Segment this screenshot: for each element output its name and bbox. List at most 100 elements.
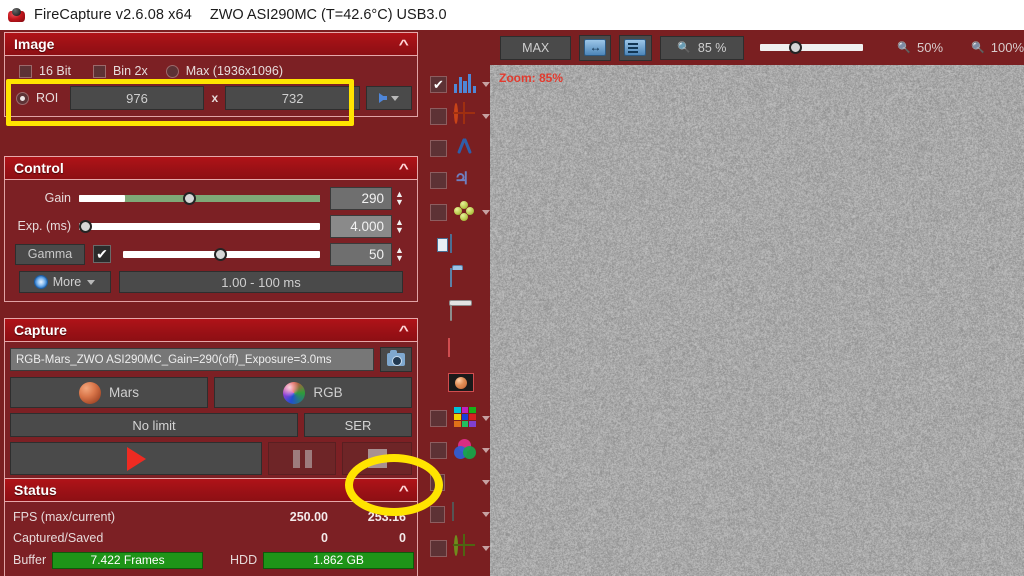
trash-icon[interactable] — [450, 303, 472, 325]
panel-capture-title: Capture — [14, 322, 67, 338]
black-level-icon[interactable] — [452, 471, 476, 493]
toolbar-checkbox-gradient[interactable] — [430, 506, 445, 523]
rgb-align-icon[interactable] — [454, 439, 476, 461]
toolbar-item-preview-mars[interactable] — [422, 368, 490, 400]
alignment-target-icon[interactable] — [454, 105, 476, 127]
toolbar-item-autoguide[interactable] — [422, 196, 490, 228]
toolbar-item-histogram[interactable]: ✔ — [422, 68, 490, 100]
preview-mars-icon[interactable] — [448, 373, 470, 395]
exposure-stepper[interactable]: ▲ ▼ — [392, 215, 407, 238]
toolbar-checkbox-jupiter[interactable] — [430, 172, 447, 189]
object-button[interactable]: Mars — [10, 377, 208, 408]
toolbar-checkbox-alignment[interactable] — [430, 108, 447, 125]
toolbar-item-scissors[interactable] — [422, 132, 490, 164]
toolbar-item-open-folder[interactable] — [422, 264, 490, 296]
toolbar-checkbox-palette[interactable] — [430, 410, 447, 427]
roi-radio-wrap[interactable]: ROI — [10, 91, 70, 105]
snapshot-button[interactable] — [380, 347, 412, 372]
exposure-slider[interactable] — [79, 223, 320, 230]
panel-status-header[interactable]: Status ^ — [4, 478, 418, 502]
checkbox-bin2x[interactable] — [93, 65, 106, 78]
captured-value: 0 — [238, 531, 328, 545]
capture-limit-button[interactable]: No limit — [10, 413, 298, 437]
pause-button[interactable] — [268, 442, 336, 475]
toolbar-checkbox-histogram[interactable]: ✔ — [430, 76, 447, 93]
caret-down-icon[interactable] — [482, 416, 490, 421]
chevron-up-icon[interactable]: ^ — [399, 484, 409, 497]
toolbar-checkbox-green-target[interactable] — [430, 540, 447, 557]
green-target-icon[interactable] — [454, 537, 476, 559]
caret-down-icon[interactable] — [482, 480, 490, 485]
gamma-button[interactable]: Gamma — [15, 244, 85, 265]
toolbar-checkbox-black-level[interactable] — [430, 474, 445, 491]
panel-control-header[interactable]: Control ^ — [4, 156, 418, 180]
caret-down-icon[interactable] — [482, 82, 490, 87]
scissors-icon[interactable] — [454, 137, 476, 159]
panel-image-header[interactable]: Image ^ — [4, 32, 418, 56]
record-play-icon — [127, 447, 146, 471]
open-folder-icon[interactable] — [450, 269, 472, 291]
jupiter-symbol-icon[interactable]: ♃ — [454, 169, 476, 191]
save-profile-icon[interactable] — [450, 235, 472, 257]
toolbar-item-preview-black[interactable] — [422, 334, 490, 366]
toolbar-item-trash[interactable] — [422, 298, 490, 330]
capture-filename-input[interactable]: RGB-Mars_ZWO ASI290MC_Gain=290(off)_Expo… — [10, 348, 374, 371]
toolbar-item-jupiter[interactable]: ♃ — [422, 164, 490, 196]
gamma-slider[interactable] — [123, 251, 320, 258]
channel-button[interactable]: RGB — [214, 377, 412, 408]
gamma-checkbox[interactable]: ✔ — [93, 245, 111, 263]
record-button[interactable] — [10, 442, 262, 475]
chevron-up-icon[interactable]: ^ — [399, 162, 409, 175]
caret-down-icon[interactable] — [482, 512, 490, 517]
toolbar-checkbox-autoguide[interactable] — [430, 204, 447, 221]
caret-down-icon[interactable] — [482, 114, 490, 119]
toolbar-item-palette[interactable] — [422, 402, 490, 434]
radio-max-resolution[interactable] — [166, 65, 179, 78]
toolbar-checkbox-scissors[interactable] — [430, 140, 447, 157]
toolbar-item-alignment[interactable] — [422, 100, 490, 132]
caret-down-icon[interactable] — [482, 448, 490, 453]
zoom-value-button[interactable]: 🔍 85 % — [660, 36, 745, 60]
caret-down-icon[interactable] — [482, 546, 490, 551]
roi-height-input[interactable]: 732 — [225, 86, 359, 110]
more-button[interactable]: More — [19, 271, 111, 293]
gain-stepper[interactable]: ▲ ▼ — [392, 187, 407, 210]
color-palette-icon[interactable] — [454, 407, 476, 429]
caret-down-icon[interactable] — [482, 210, 490, 215]
exposure-value-input[interactable]: 4.000 — [330, 215, 392, 238]
roi-width-input[interactable]: 976 — [70, 86, 204, 110]
roi-apply-button[interactable] — [366, 86, 412, 110]
histogram-icon[interactable] — [454, 73, 476, 95]
gamma-value-input[interactable]: 50 — [330, 243, 392, 266]
toolbar-item-green-target[interactable] — [422, 532, 490, 564]
capture-format-button[interactable]: SER — [304, 413, 412, 437]
toolbar-item-rgb-align[interactable] — [422, 434, 490, 466]
toolbar-item-black-level[interactable] — [422, 466, 490, 498]
toolbar-item-gradient[interactable] — [422, 498, 490, 530]
zoom-preset-50-button[interactable]: 🔍 50% — [897, 40, 943, 55]
radio-roi[interactable] — [16, 92, 29, 105]
zoom-slider[interactable] — [760, 44, 863, 51]
chevron-up-icon[interactable]: ^ — [399, 38, 409, 51]
chevron-up-icon[interactable]: ^ — [399, 324, 409, 337]
caret-down-icon[interactable] — [87, 280, 95, 285]
preview-black-icon[interactable] — [448, 339, 470, 361]
panel-capture-header[interactable]: Capture ^ — [4, 318, 418, 342]
gamma-stepper[interactable]: ▲ ▼ — [392, 243, 407, 266]
gradient-icon[interactable] — [452, 503, 476, 525]
max-zoom-button[interactable]: MAX — [500, 36, 571, 60]
exposure-range-display: 1.00 - 100 ms — [119, 271, 403, 293]
stop-button[interactable] — [342, 442, 412, 475]
preview-canvas[interactable]: Zoom: 85% — [490, 65, 1024, 576]
fit-to-screen-icon[interactable] — [579, 35, 611, 61]
zoom-preset-100-button[interactable]: 🔍 100% — [971, 40, 1024, 55]
window-settings-icon[interactable] — [619, 35, 651, 61]
checkbox-16bit[interactable] — [19, 65, 32, 78]
gain-row: Gain 290 ▲ ▼ — [5, 184, 411, 212]
autoguide-icon[interactable] — [454, 201, 476, 223]
toolbar-checkbox-rgb-align[interactable] — [430, 442, 447, 459]
toolbar-item-save-profile[interactable] — [422, 230, 490, 262]
gain-slider[interactable] — [79, 195, 320, 202]
caret-down-icon[interactable] — [391, 96, 399, 101]
gain-value-input[interactable]: 290 — [330, 187, 392, 210]
